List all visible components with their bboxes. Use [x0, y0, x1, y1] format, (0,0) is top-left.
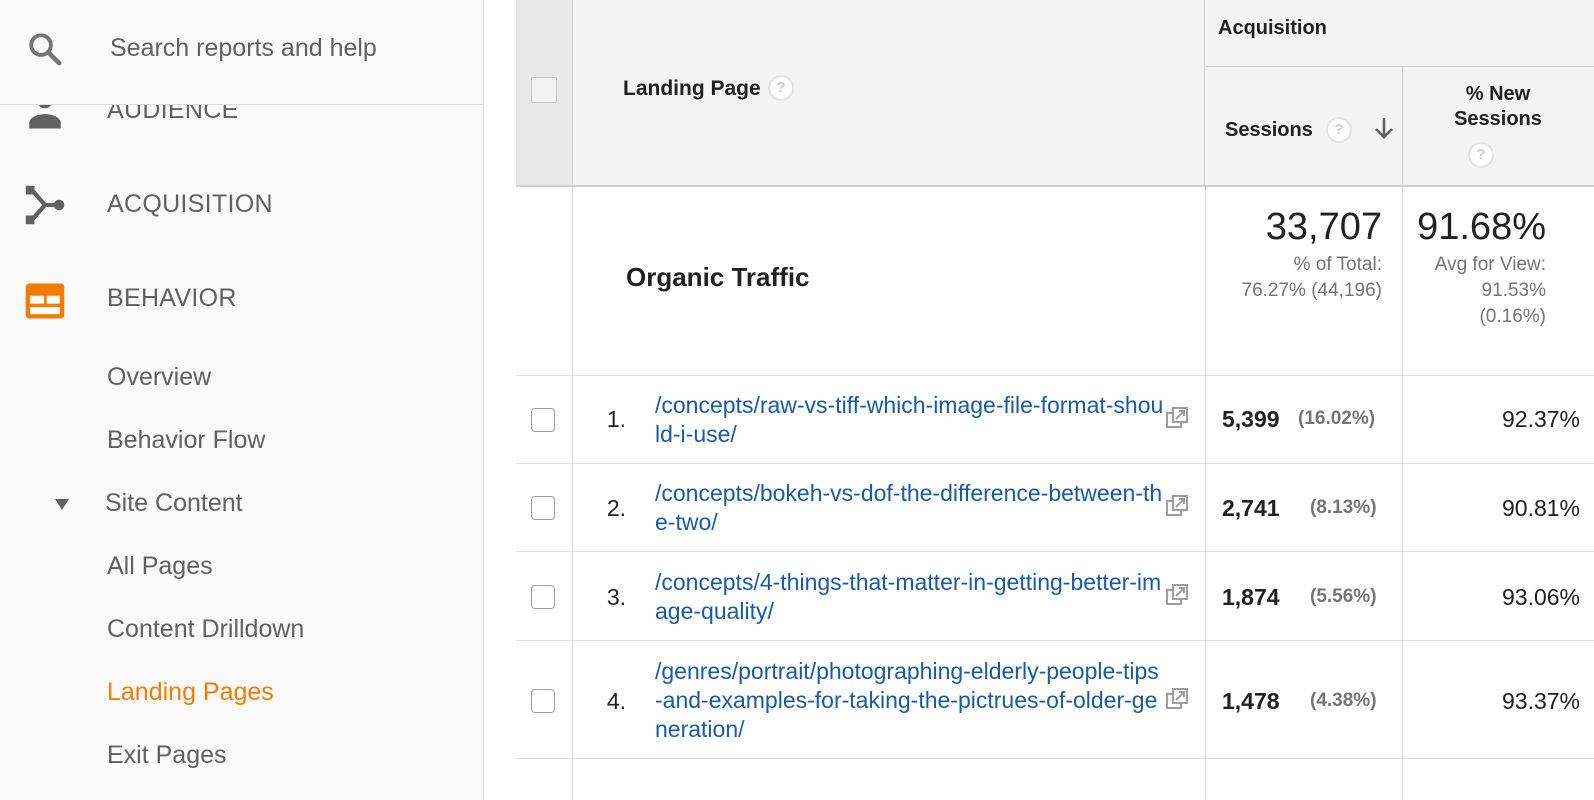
row-number: 1. [606, 406, 626, 432]
summary-new-sub3: (0.16%) [1479, 306, 1546, 327]
row-divider [516, 375, 1594, 376]
row-checkbox[interactable] [531, 496, 555, 520]
row-divider [516, 463, 1594, 464]
row-new-sessions: 92.37% [1501, 406, 1580, 432]
row-number: 4. [606, 688, 626, 714]
sidebar-item-overview[interactable]: Overview [107, 363, 211, 392]
header-new-sessions-line1[interactable]: % New [1402, 83, 1594, 106]
sidebar-item-all-pages[interactable]: All Pages [107, 552, 213, 581]
row-sessions: 5,399 [1222, 406, 1280, 432]
sidebar-item-content-drilldown[interactable]: Content Drilldown [107, 615, 304, 644]
help-icon[interactable]: ? [768, 75, 794, 101]
acquisition-icon [25, 185, 65, 225]
row-new-sessions: 93.06% [1501, 584, 1580, 610]
report-table: Landing Page ? Acquisition Sessions ? % … [516, 0, 1594, 800]
row-number: 2. [606, 495, 626, 521]
row-divider [516, 640, 1594, 641]
row-number: 3. [606, 584, 626, 610]
caret-down-icon[interactable] [54, 496, 70, 512]
row-sessions-percent: (4.38%) [1310, 690, 1377, 711]
sidebar-item-site-content[interactable]: Site Content [105, 489, 243, 518]
header-landing-page[interactable]: Landing Page [623, 77, 761, 101]
sidebar-section-behavior[interactable]: BEHAVIOR [0, 262, 483, 332]
row-sessions-percent: (5.56%) [1310, 586, 1377, 607]
summary-sessions-sub2: 76.27% (44,196) [1241, 280, 1383, 301]
row-sessions-percent: (16.02%) [1298, 408, 1376, 429]
landing-page-link[interactable]: /genres/portrait/photographing-elderly-p… [655, 657, 1165, 744]
row-sessions-percent: (8.13%) [1310, 497, 1377, 518]
column-divider [572, 187, 573, 800]
row-divider [516, 551, 1594, 552]
row-sessions: 1,874 [1222, 584, 1280, 610]
open-external-icon[interactable] [1165, 406, 1189, 430]
search-input[interactable] [110, 28, 460, 68]
summary-sessions-total: 33,707 [1265, 206, 1382, 248]
sidebar-item-behavior-flow[interactable]: Behavior Flow [107, 426, 265, 455]
open-external-icon[interactable] [1165, 494, 1189, 518]
summary-sessions-sub1: % of Total: [1293, 254, 1382, 275]
row-checkbox[interactable] [531, 585, 555, 609]
row-new-sessions: 93.37% [1501, 688, 1580, 714]
row-checkbox[interactable] [531, 408, 555, 432]
header-divider [516, 185, 1594, 187]
header-sessions[interactable]: Sessions [1225, 119, 1313, 142]
sidebar-item-exit-pages[interactable]: Exit Pages [107, 741, 227, 770]
header-new-sessions-line2[interactable]: Sessions [1402, 108, 1594, 131]
header-acquisition: Acquisition [1218, 17, 1327, 39]
sidebar-section-label: BEHAVIOR [107, 284, 237, 312]
landing-page-link[interactable]: /concepts/raw-vs-tiff-which-image-file-f… [655, 391, 1165, 449]
landing-page-link[interactable]: /concepts/bokeh-vs-dof-the-difference-be… [655, 479, 1165, 537]
sidebar-section-label: ACQUISITION [107, 190, 273, 218]
open-external-icon[interactable] [1165, 583, 1189, 607]
help-icon[interactable]: ? [1326, 117, 1352, 143]
sidebar-nav: AUDIENCE ACQUISITION BEHAVIOR Overview B… [0, 0, 484, 800]
summary-new-sub2: 91.53% [1481, 280, 1546, 301]
summary-segment-label: Organic Traffic [626, 262, 810, 292]
row-checkbox[interactable] [531, 689, 555, 713]
row-new-sessions: 90.81% [1501, 495, 1580, 521]
summary-new-sub1: Avg for View: [1434, 254, 1546, 275]
sidebar-section-acquisition[interactable]: ACQUISITION [0, 168, 483, 238]
row-sessions: 2,741 [1222, 495, 1280, 521]
landing-page-link[interactable]: /concepts/4-things-that-matter-in-gettin… [655, 568, 1165, 626]
row-divider [516, 758, 1594, 759]
help-icon[interactable]: ? [1468, 142, 1494, 168]
behavior-icon [25, 283, 65, 319]
sidebar-item-landing-pages[interactable]: Landing Pages [107, 678, 274, 707]
summary-new-sessions-total: 91.68% [1417, 206, 1546, 248]
open-external-icon[interactable] [1165, 687, 1189, 711]
search-bar [0, 0, 483, 105]
row-sessions: 1,478 [1222, 688, 1280, 714]
select-all-checkbox[interactable] [531, 77, 557, 103]
search-icon[interactable] [26, 30, 64, 68]
sort-descending-icon[interactable] [1374, 116, 1394, 140]
